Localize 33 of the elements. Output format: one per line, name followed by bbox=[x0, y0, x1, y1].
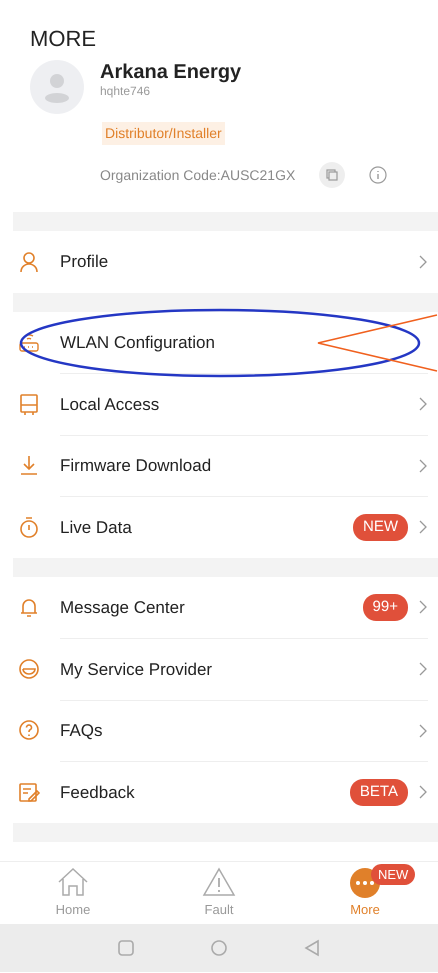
new-badge: NEW bbox=[371, 864, 416, 885]
menu-label: FAQs bbox=[60, 720, 104, 742]
page-title: MORE bbox=[30, 26, 97, 52]
menu-label: Local Access bbox=[60, 394, 160, 416]
new-badge: BETA bbox=[350, 779, 408, 806]
timer-icon bbox=[18, 516, 40, 538]
copy-icon bbox=[326, 169, 338, 181]
username: hqhte746 bbox=[100, 84, 152, 98]
account-name: Arkana Energy bbox=[100, 60, 242, 84]
person-icon bbox=[18, 250, 40, 273]
menu-label: Message Center bbox=[60, 596, 186, 618]
help-icon bbox=[18, 719, 40, 742]
menu-label: My Service Provider bbox=[60, 658, 214, 680]
info-icon bbox=[369, 166, 388, 184]
menu-label: Profile bbox=[60, 251, 110, 273]
menu-label: Feedback bbox=[60, 782, 136, 804]
home-button[interactable] bbox=[210, 938, 228, 956]
organization-code: Organization Code:AUSC21GX bbox=[100, 166, 296, 185]
smile-icon bbox=[18, 658, 40, 680]
recents-button[interactable] bbox=[117, 938, 135, 956]
edit-note-icon bbox=[18, 780, 40, 803]
copy-button[interactable] bbox=[319, 162, 346, 188]
avatar-icon bbox=[30, 60, 84, 114]
back-button[interactable] bbox=[303, 938, 321, 956]
menu-label: Live Data bbox=[60, 516, 133, 538]
download-icon bbox=[18, 454, 40, 476]
new-badge: 99+ bbox=[362, 594, 408, 620]
menu-label: WLAN Configuration bbox=[60, 332, 216, 354]
inverter-icon bbox=[18, 392, 40, 415]
role-tag: Distributor/Installer bbox=[102, 122, 225, 145]
menu-label: Firmware Download bbox=[60, 455, 212, 477]
bell-icon bbox=[18, 596, 40, 618]
new-badge: NEW bbox=[353, 514, 408, 540]
